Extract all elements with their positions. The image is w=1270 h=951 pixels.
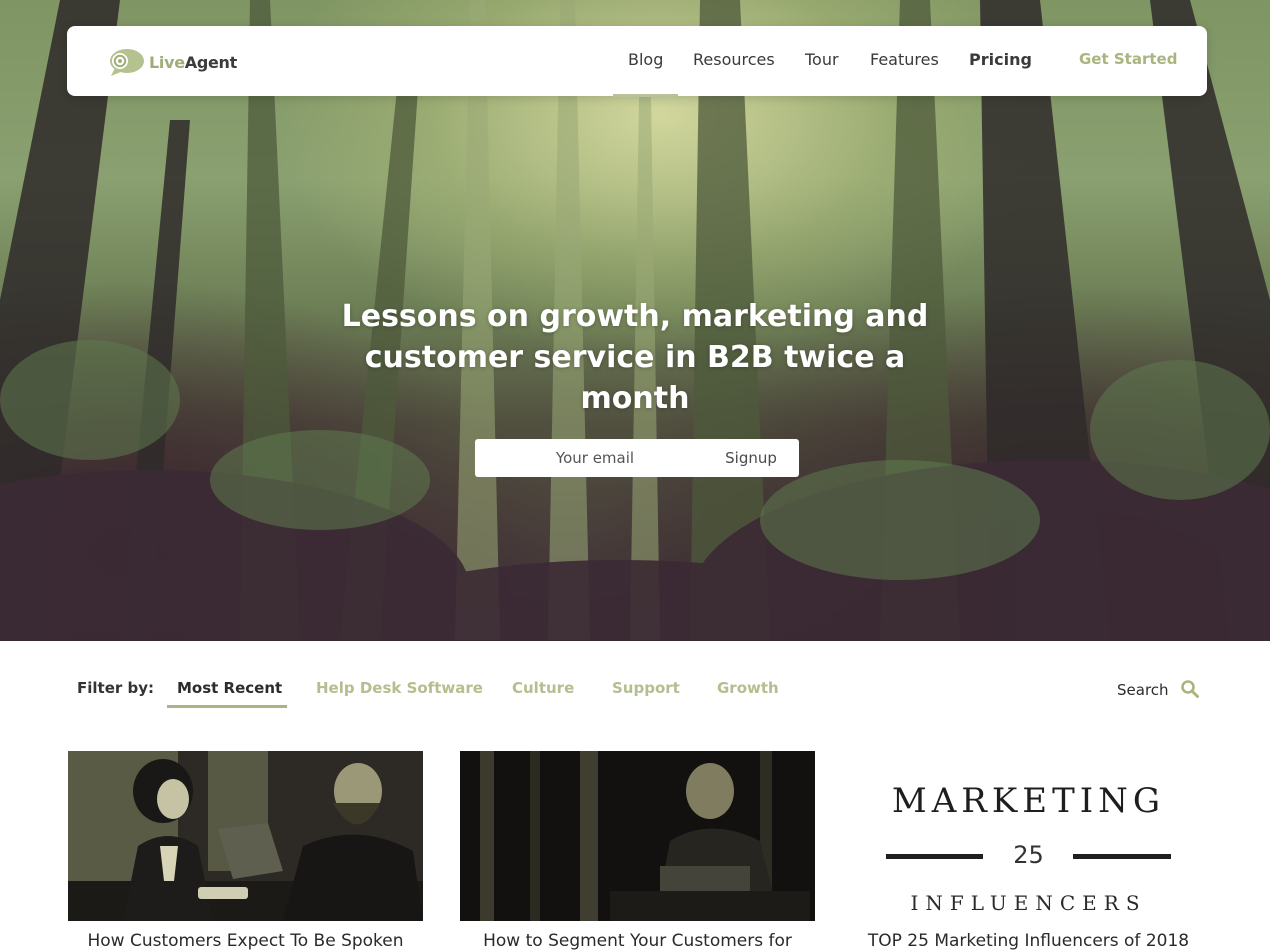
article-image-meeting[interactable] xyxy=(68,751,423,921)
nav-pricing[interactable]: Pricing xyxy=(969,50,1032,69)
nav-tour[interactable]: Tour xyxy=(805,50,839,69)
article-card[interactable]: How to Segment Your Customers for xyxy=(460,751,815,951)
photo-man-with-laptop xyxy=(460,751,815,921)
newsletter-signup-form: Signup xyxy=(475,439,799,477)
photo-two-people-talking xyxy=(68,751,423,921)
search-icon[interactable] xyxy=(1180,679,1200,699)
signup-button[interactable]: Signup xyxy=(703,439,799,477)
filter-tab-culture[interactable]: Culture xyxy=(512,679,574,697)
article-card[interactable]: How Customers Expect To Be Spoken xyxy=(68,751,423,951)
logo-wordmark: LiveAgent xyxy=(149,52,237,72)
article-title[interactable]: How to Segment Your Customers for xyxy=(460,931,815,951)
email-input[interactable] xyxy=(475,439,695,477)
search-label[interactable]: Search xyxy=(1117,681,1169,699)
nav-blog[interactable]: Blog xyxy=(612,50,679,97)
article-card[interactable]: MARKETING 25 INFLUENCERS TOP 25 Marketin… xyxy=(851,751,1206,951)
nav-resources[interactable]: Resources xyxy=(693,50,775,69)
liveagent-logo[interactable]: LiveAgent xyxy=(107,46,237,78)
hero-headline: Lessons on growth, marketing and custome… xyxy=(341,299,929,416)
article-image-marketing-influencers[interactable]: MARKETING 25 INFLUENCERS xyxy=(851,751,1206,921)
get-started-button[interactable]: Get Started xyxy=(1079,50,1177,68)
image-text-influencers: INFLUENCERS xyxy=(910,891,1147,915)
top-navigation-bar: LiveAgent Blog Resources Tour Features P… xyxy=(67,26,1207,97)
filter-tab-most-recent[interactable]: Most Recent xyxy=(177,679,282,697)
article-title[interactable]: How Customers Expect To Be Spoken xyxy=(68,931,423,951)
article-image-man-laptop[interactable] xyxy=(460,751,815,921)
nav-features[interactable]: Features xyxy=(870,50,939,69)
active-filter-indicator xyxy=(167,705,287,708)
filter-tab-support[interactable]: Support xyxy=(612,679,680,697)
chat-bubble-logo-icon xyxy=(110,49,144,76)
filter-tab-help-desk-software[interactable]: Help Desk Software xyxy=(316,679,483,697)
hero-section: LiveAgent Blog Resources Tour Features P… xyxy=(0,0,1270,641)
article-title[interactable]: TOP 25 Marketing Influencers of 2018 xyxy=(851,931,1206,951)
filter-label: Filter by: xyxy=(77,679,155,697)
decorative-line xyxy=(1073,854,1171,859)
filter-tab-growth[interactable]: Growth xyxy=(717,679,779,697)
image-text-marketing: MARKETING xyxy=(891,781,1166,821)
